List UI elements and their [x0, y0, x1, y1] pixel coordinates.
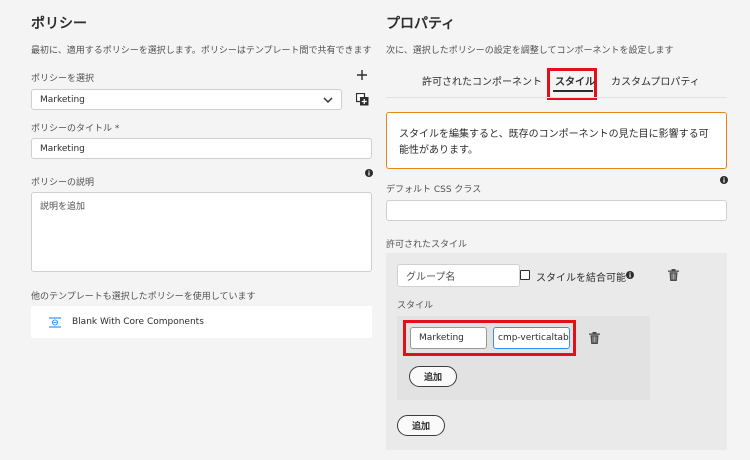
policy-select-value: Marketing: [40, 94, 85, 105]
template-thumbnail-icon: [38, 316, 72, 328]
policy-title-input[interactable]: Marketing: [31, 138, 372, 159]
properties-description: 次に、選択したポリシーの設定を調整してコンポーネントを設定します: [386, 46, 674, 56]
policy-description-textarea[interactable]: 説明を追加: [31, 192, 372, 272]
tab-allowed-components[interactable]: 許可されたコンポーネント: [422, 73, 542, 88]
add-policy-icon[interactable]: [355, 68, 369, 82]
warning-text: スタイルを編集すると、既存のコンポーネントの見た目に影響する可能性があります。: [399, 129, 709, 156]
chevron-down-icon: [323, 97, 333, 103]
shared-policy-note: 他のテンプレートも選択したポリシーを使用しています: [31, 292, 256, 302]
properties-heading: プロパティ: [386, 16, 456, 32]
tab-active-indicator: [553, 90, 593, 92]
delete-group-icon[interactable]: [666, 268, 680, 282]
tab-divider: [386, 97, 727, 98]
style-class-input[interactable]: cmp-verticaltabs: [493, 327, 570, 349]
policy-title-value: Marketing: [40, 143, 85, 154]
warning-box: スタイルを編集すると、既存のコンポーネントの見た目に影響する可能性があります。: [386, 112, 727, 169]
policy-select[interactable]: Marketing: [31, 89, 342, 110]
info-icon: [364, 168, 374, 178]
delete-style-icon[interactable]: [587, 331, 601, 345]
tab-style[interactable]: スタイル: [555, 73, 595, 88]
style-name-value: Marketing: [419, 333, 464, 343]
default-css-label: デフォルト CSS クラス: [386, 185, 482, 195]
duplicate-policy-icon[interactable]: [354, 91, 370, 107]
group-name-placeholder: グループ名: [406, 272, 456, 283]
policy-desc-placeholder: 説明を追加: [40, 202, 86, 212]
styles-label: スタイル: [397, 301, 434, 311]
allowed-styles-label: 許可されたスタイル: [386, 240, 468, 250]
style-name-input[interactable]: Marketing: [410, 327, 487, 349]
info-icon: [719, 175, 729, 185]
tab-custom-properties[interactable]: カスタムプロパティ: [611, 73, 700, 88]
group-name-input[interactable]: グループ名: [397, 264, 520, 287]
shared-template-name: Blank With Core Components: [72, 317, 204, 327]
style-class-value: cmp-verticaltabs: [498, 333, 570, 343]
info-icon: [625, 270, 635, 280]
add-group-button[interactable]: 追加: [397, 415, 445, 436]
policy-description: 最初に、適用するポリシーを選択します。ポリシーはテンプレート間で共有できます: [31, 46, 372, 56]
policy-desc-label: ポリシーの説明: [31, 178, 95, 188]
combine-styles-checkbox[interactable]: [520, 270, 530, 280]
policy-select-label: ポリシーを選択: [31, 74, 95, 84]
combine-styles-label: スタイルを結合可能: [536, 273, 626, 284]
policy-title-label: ポリシーのタイトル *: [31, 124, 120, 134]
shared-template-item[interactable]: Blank With Core Components: [31, 306, 372, 338]
default-css-input[interactable]: [386, 200, 727, 221]
policy-heading: ポリシー: [31, 16, 87, 32]
add-style-button[interactable]: 追加: [409, 366, 457, 387]
